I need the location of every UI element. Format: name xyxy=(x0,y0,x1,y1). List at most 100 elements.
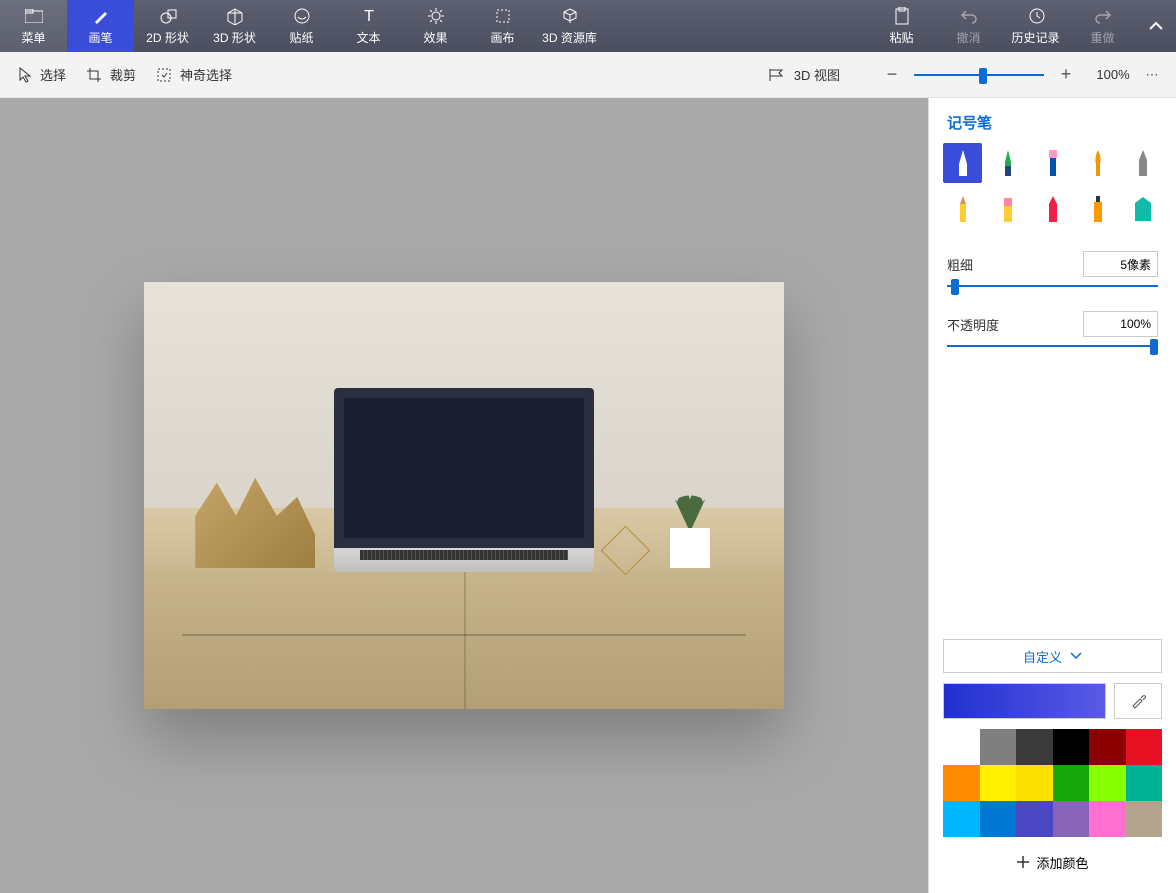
brush-spray[interactable] xyxy=(1078,189,1117,229)
brush-pencil[interactable] xyxy=(943,189,982,229)
brush-eraser[interactable] xyxy=(988,189,1027,229)
select-tool[interactable]: 选择 xyxy=(8,59,76,90)
brush-label: 画笔 xyxy=(88,29,112,46)
brush-pencil-gray[interactable] xyxy=(1123,143,1162,183)
cube-icon xyxy=(226,6,244,26)
brush-crayon[interactable] xyxy=(1033,189,1072,229)
brush-grid xyxy=(929,143,1176,241)
stickers-label: 贴纸 xyxy=(289,29,313,46)
effects-label: 效果 xyxy=(423,29,447,46)
text-tab[interactable]: T 文本 xyxy=(335,0,402,52)
color-swatch[interactable] xyxy=(980,765,1017,801)
thickness-thumb[interactable] xyxy=(951,279,959,295)
color-swatch[interactable] xyxy=(943,765,980,801)
color-swatch[interactable] xyxy=(1053,765,1090,801)
color-swatch[interactable] xyxy=(1126,729,1163,765)
magic-icon xyxy=(156,67,172,83)
effects-tab[interactable]: 效果 xyxy=(402,0,469,52)
eyedropper-button[interactable] xyxy=(1114,683,1162,719)
canvas-label: 画布 xyxy=(490,29,514,46)
thickness-input[interactable] xyxy=(1083,251,1158,277)
zoom-slider[interactable] xyxy=(914,74,1044,76)
color-swatch[interactable] xyxy=(943,729,980,765)
color-swatch[interactable] xyxy=(1126,765,1163,801)
panel-title: 记号笔 xyxy=(929,98,1176,143)
effects-icon xyxy=(427,6,445,26)
current-color[interactable] xyxy=(943,683,1106,719)
flag-icon xyxy=(768,68,786,82)
canvas-tab[interactable]: 画布 xyxy=(469,0,536,52)
zoom-controls: − + 100% xyxy=(880,64,1138,85)
shapes2d-icon xyxy=(159,6,177,26)
color-swatch[interactable] xyxy=(1053,801,1090,837)
view3d-label: 3D 视图 xyxy=(794,65,840,84)
thickness-control: 粗细 xyxy=(929,241,1176,301)
plus-icon xyxy=(1016,855,1030,869)
color-swatch[interactable] xyxy=(943,801,980,837)
library-icon xyxy=(561,6,579,26)
color-swatch[interactable] xyxy=(1089,801,1126,837)
opacity-label: 不透明度 xyxy=(947,315,999,334)
paste-button[interactable]: 粘贴 xyxy=(868,0,935,52)
thickness-label: 粗细 xyxy=(947,255,973,274)
zoom-out-button[interactable]: − xyxy=(880,64,904,85)
brush-watercolor[interactable] xyxy=(1078,143,1117,183)
history-label: 历史记录 xyxy=(1011,29,1059,46)
color-swatch[interactable] xyxy=(1016,801,1053,837)
shapes2d-label: 2D 形状 xyxy=(146,29,189,46)
opacity-control: 不透明度 xyxy=(929,301,1176,361)
view3d-button[interactable]: 3D 视图 xyxy=(758,59,850,90)
color-swatch[interactable] xyxy=(1016,729,1053,765)
chevron-up-icon xyxy=(1148,21,1164,31)
color-swatch[interactable] xyxy=(1053,729,1090,765)
brush-flat[interactable] xyxy=(1033,143,1072,183)
collapse-button[interactable] xyxy=(1136,0,1176,52)
color-swatch[interactable] xyxy=(1089,729,1126,765)
opacity-input[interactable] xyxy=(1083,311,1158,337)
material-dropdown[interactable]: 自定义 xyxy=(943,639,1162,673)
brush-calligraphy[interactable] xyxy=(988,143,1027,183)
canvas-icon xyxy=(494,6,512,26)
shapes3d-tab[interactable]: 3D 形状 xyxy=(201,0,268,52)
history-icon xyxy=(1027,6,1045,26)
add-color-button[interactable]: 添加颜色 xyxy=(943,845,1162,879)
folder-icon xyxy=(25,6,43,26)
menu-label: 菜单 xyxy=(21,29,45,46)
color-swatch[interactable] xyxy=(980,729,1017,765)
magic-select-tool[interactable]: 神奇选择 xyxy=(146,59,242,90)
eyedropper-icon xyxy=(1130,693,1146,709)
zoom-in-button[interactable]: + xyxy=(1054,64,1078,85)
canvas-image[interactable] xyxy=(144,282,784,709)
redo-label: 重做 xyxy=(1090,29,1114,46)
color-swatch[interactable] xyxy=(980,801,1017,837)
text-icon: T xyxy=(360,6,378,26)
zoom-percentage[interactable]: 100% xyxy=(1088,67,1138,82)
redo-icon xyxy=(1094,6,1112,26)
brush-marker[interactable] xyxy=(943,143,982,183)
redo-button[interactable]: 重做 xyxy=(1069,0,1136,52)
library3d-tab[interactable]: 3D 资源库 xyxy=(536,0,603,52)
color-palette xyxy=(943,729,1162,837)
opacity-thumb[interactable] xyxy=(1150,339,1158,355)
menu-button[interactable]: 菜单 xyxy=(0,0,67,52)
brush-tab[interactable]: 画笔 xyxy=(67,0,134,52)
color-swatch[interactable] xyxy=(1089,765,1126,801)
thickness-slider[interactable] xyxy=(947,285,1158,287)
canvas-area[interactable] xyxy=(0,98,928,893)
svg-text:T: T xyxy=(364,8,374,25)
opacity-slider[interactable] xyxy=(947,345,1158,347)
color-swatch[interactable] xyxy=(1126,801,1163,837)
color-swatch[interactable] xyxy=(1016,765,1053,801)
crop-tool[interactable]: 裁剪 xyxy=(76,59,146,90)
history-button[interactable]: 历史记录 xyxy=(1002,0,1069,52)
more-button[interactable]: ⋯ xyxy=(1138,67,1168,83)
stickers-tab[interactable]: 贴纸 xyxy=(268,0,335,52)
shapes2d-tab[interactable]: 2D 形状 xyxy=(134,0,201,52)
crop-icon xyxy=(86,67,102,83)
top-toolbar: 菜单 画笔 2D 形状 3D 形状 贴纸 T 文本 效果 画布 3D 资源库 粘… xyxy=(0,0,1176,52)
paste-label: 粘贴 xyxy=(889,29,913,46)
zoom-thumb[interactable] xyxy=(979,68,987,84)
sub-toolbar: 选择 裁剪 神奇选择 3D 视图 − + 100% ⋯ xyxy=(0,52,1176,98)
undo-button[interactable]: 撤消 xyxy=(935,0,1002,52)
brush-fill[interactable] xyxy=(1123,189,1162,229)
